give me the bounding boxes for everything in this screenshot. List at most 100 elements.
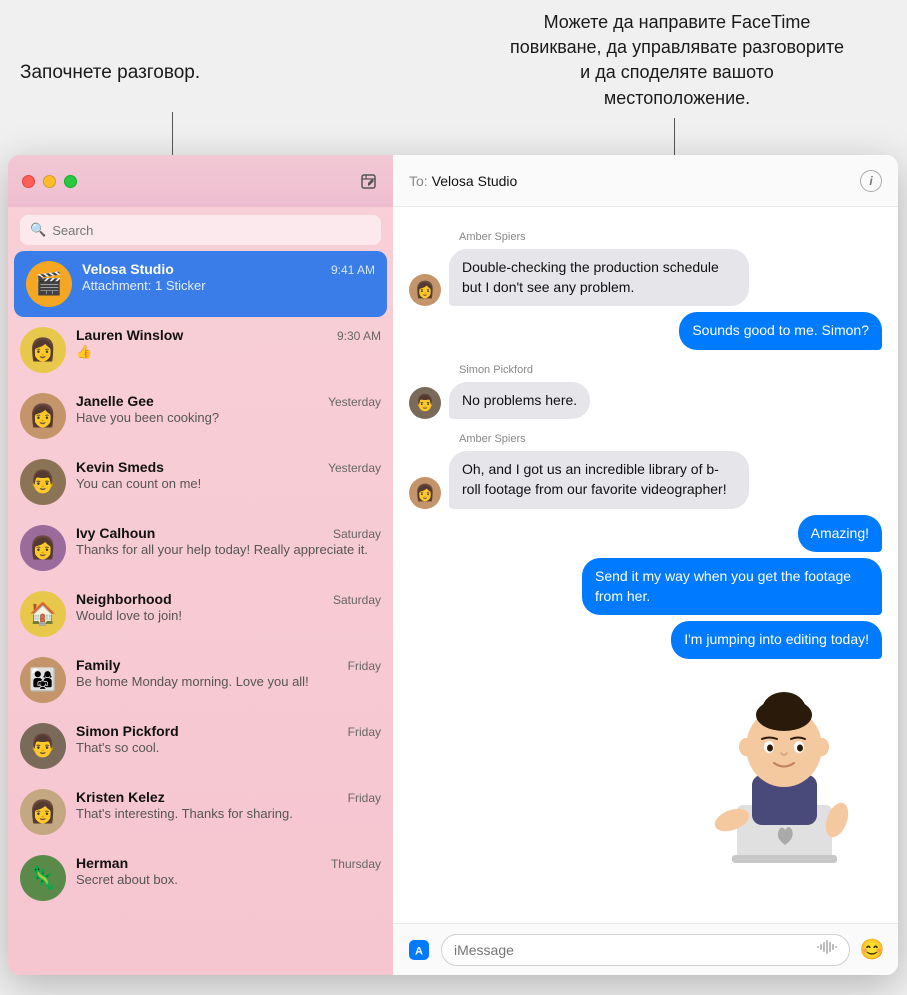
message-input[interactable] (454, 942, 817, 958)
conv-preview: You can count on me! (76, 476, 381, 491)
conv-name: Kevin Smeds (76, 459, 164, 475)
traffic-lights (22, 175, 77, 188)
avatar-simon: 👨 (20, 723, 66, 769)
conv-preview: 👍 (76, 344, 381, 360)
conv-preview: That's interesting. Thanks for sharing. (76, 806, 381, 821)
conv-content: Janelle Gee Yesterday Have you been cook… (76, 393, 381, 425)
conv-content: Herman Thursday Secret about box. (76, 855, 381, 887)
conversation-item-herman[interactable]: 🦎 Herman Thursday Secret about box. (8, 845, 393, 911)
conversation-item-velosa[interactable]: 🎬 Velosa Studio 9:41 AM Attachment: 1 St… (14, 251, 387, 317)
chat-to-label: To: (409, 173, 428, 189)
conv-name: Neighborhood (76, 591, 172, 607)
conv-name: Kristen Kelez (76, 789, 165, 805)
conv-preview: That's so cool. (76, 740, 381, 755)
conv-preview: Attachment: 1 Sticker (82, 278, 375, 293)
emoji-button[interactable]: 😊 (858, 936, 886, 964)
conversation-item-janelle[interactable]: 👩 Janelle Gee Yesterday Have you been co… (8, 383, 393, 449)
sidebar: 🔍 🎬 Velosa Studio 9:41 AM Attachment: 1 … (8, 155, 393, 975)
conversation-item-lauren[interactable]: 👩 Lauren Winslow 9:30 AM 👍 (8, 317, 393, 383)
search-bar: 🔍 (20, 215, 381, 245)
annotation-right: Можете да направите FaceTime повикване, … (507, 10, 847, 111)
conv-time: Thursday (331, 857, 381, 871)
conv-preview: Secret about box. (76, 872, 381, 887)
message-row: 👨 No problems here. (409, 382, 882, 420)
memoji-figure (707, 675, 862, 865)
message-row: Send it my way when you get the footage … (409, 558, 882, 615)
conv-preview: Have you been cooking? (76, 410, 381, 425)
conv-name: Herman (76, 855, 128, 871)
conv-content: Simon Pickford Friday That's so cool. (76, 723, 381, 755)
bubble-outgoing: Amazing! (798, 515, 882, 553)
app-window: 🔍 🎬 Velosa Studio 9:41 AM Attachment: 1 … (8, 155, 898, 975)
message-row: Amazing! (409, 515, 882, 553)
msg-avatar: 👩 (409, 274, 441, 306)
messages-area: Amber Spiers 👩 Double-checking the produ… (393, 207, 898, 923)
message-row: Sounds good to me. Simon? (409, 312, 882, 350)
conv-header: Neighborhood Saturday (76, 591, 381, 607)
conv-time: Saturday (333, 527, 381, 541)
conversation-item-ivy[interactable]: 👩 Ivy Calhoun Saturday Thanks for all yo… (8, 515, 393, 581)
titlebar (8, 155, 393, 207)
conv-name: Janelle Gee (76, 393, 154, 409)
compose-button[interactable] (357, 170, 379, 192)
conv-time: Friday (348, 725, 381, 739)
avatar-ivy: 👩 (20, 525, 66, 571)
msg-avatar: 👩 (409, 477, 441, 509)
conversation-item-neighborhood[interactable]: 🏠 Neighborhood Saturday Would love to jo… (8, 581, 393, 647)
conv-time: Saturday (333, 593, 381, 607)
bubble-outgoing: I'm jumping into editing today! (671, 621, 882, 659)
conv-header: Family Friday (76, 657, 381, 673)
waveform-icon (817, 940, 837, 959)
chat-header: To: Velosa Studio i (393, 155, 898, 207)
conversation-item-kevin[interactable]: 👨 Kevin Smeds Yesterday You can count on… (8, 449, 393, 515)
avatar-janelle: 👩 (20, 393, 66, 439)
conv-time: Yesterday (328, 461, 381, 475)
conv-content: Kristen Kelez Friday That's interesting.… (76, 789, 381, 821)
conv-preview: Thanks for all your help today! Really a… (76, 542, 381, 557)
avatar-family: 👨‍👩‍👧 (20, 657, 66, 703)
sender-label: Amber Spiers (409, 231, 882, 243)
conv-name: Ivy Calhoun (76, 525, 155, 541)
maximize-button[interactable] (64, 175, 77, 188)
close-button[interactable] (22, 175, 35, 188)
memoji-area (409, 665, 882, 865)
bubble-incoming: Oh, and I got us an incredible library o… (449, 451, 749, 508)
conv-header: Janelle Gee Yesterday (76, 393, 381, 409)
sender-label: Simon Pickford (409, 364, 882, 376)
conv-content: Ivy Calhoun Saturday Thanks for all your… (76, 525, 381, 557)
conversation-item-kristen[interactable]: 👩 Kristen Kelez Friday That's interestin… (8, 779, 393, 845)
avatar-lauren: 👩 (20, 327, 66, 373)
conv-time: Friday (348, 659, 381, 673)
conv-content: Neighborhood Saturday Would love to join… (76, 591, 381, 623)
conv-content: Family Friday Be home Monday morning. Lo… (76, 657, 381, 689)
conversation-item-family[interactable]: 👨‍👩‍👧 Family Friday Be home Monday morni… (8, 647, 393, 713)
chat-area: To: Velosa Studio i Amber Spiers 👩 Doubl… (393, 155, 898, 975)
conv-time: 9:41 AM (331, 263, 375, 277)
minimize-button[interactable] (43, 175, 56, 188)
conv-name: Family (76, 657, 120, 673)
conv-name: Simon Pickford (76, 723, 179, 739)
message-row: 👩 Double-checking the production schedul… (409, 249, 882, 306)
message-row: I'm jumping into editing today! (409, 621, 882, 659)
msg-avatar: 👨 (409, 387, 441, 419)
conv-time: Yesterday (328, 395, 381, 409)
search-input[interactable] (52, 223, 371, 238)
search-icon: 🔍 (30, 222, 46, 238)
bubble-incoming: No problems here. (449, 382, 590, 420)
conv-preview: Be home Monday morning. Love you all! (76, 674, 381, 689)
conv-content: Kevin Smeds Yesterday You can count on m… (76, 459, 381, 491)
conv-header: Simon Pickford Friday (76, 723, 381, 739)
appstore-button[interactable]: A (405, 936, 433, 964)
input-area: A 😊 (393, 923, 898, 975)
conversation-item-simon[interactable]: 👨 Simon Pickford Friday That's so cool. (8, 713, 393, 779)
conversations-list: 🎬 Velosa Studio 9:41 AM Attachment: 1 St… (8, 251, 393, 975)
conv-name: Lauren Winslow (76, 327, 183, 343)
conv-header: Kevin Smeds Yesterday (76, 459, 381, 475)
conv-name: Velosa Studio (82, 261, 174, 277)
conv-header: Herman Thursday (76, 855, 381, 871)
message-input-wrap (441, 934, 850, 966)
conv-header: Lauren Winslow 9:30 AM (76, 327, 381, 343)
info-button[interactable]: i (860, 170, 882, 192)
conv-time: 9:30 AM (337, 329, 381, 343)
conv-content: Velosa Studio 9:41 AM Attachment: 1 Stic… (82, 261, 375, 293)
